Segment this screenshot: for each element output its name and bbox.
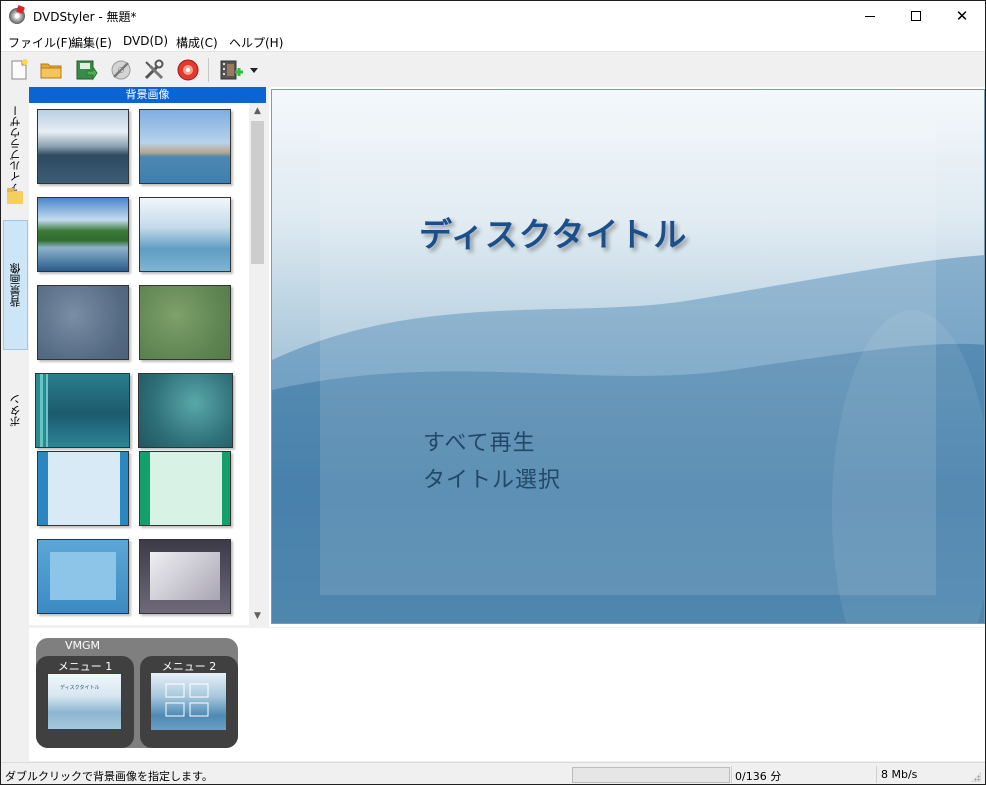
thumbnail-blue-box[interactable] xyxy=(37,539,129,614)
thumbnail-gray-box[interactable] xyxy=(139,539,231,614)
app-window: DVDStyler - 無題* ✕ ファイル(F) 編集(E) DVD(D) 構… xyxy=(0,0,986,785)
thumbnail-harbor-boat[interactable] xyxy=(139,109,231,184)
tab-background-images[interactable]: 背景画像 xyxy=(3,220,28,350)
menu-2-thumbnail[interactable] xyxy=(151,673,226,730)
burn-button[interactable] xyxy=(109,58,133,82)
side-tab-strip: ファイルブラウザー 背景画像 ボタン xyxy=(1,87,28,761)
menu-1-label: メニュー 1 xyxy=(57,660,113,673)
thumbnail-green-frame[interactable] xyxy=(139,451,231,526)
disc-usage-progress xyxy=(572,767,730,783)
add-video-button[interactable] xyxy=(219,58,243,82)
burn-icon xyxy=(111,60,131,80)
scroll-up-icon[interactable]: ▲ xyxy=(249,103,266,120)
menu-2-label: メニュー 2 xyxy=(161,660,217,673)
menu-bar: ファイル(F) 編集(E) DVD(D) 構成(C) ヘルプ(H) xyxy=(1,31,985,52)
thumbnail-gray-clouds[interactable] xyxy=(37,285,129,360)
new-icon xyxy=(11,59,28,80)
menu-dvd[interactable]: DVD(D) xyxy=(123,34,168,48)
bitrate-readout: 8 Mb/s xyxy=(881,768,918,781)
title-bar: DVDStyler - 無題* ✕ xyxy=(1,1,985,31)
menu-help[interactable]: ヘルプ(H) xyxy=(229,34,283,51)
thumbnail-green-texture[interactable] xyxy=(139,285,231,360)
window-title: DVDStyler - 無題* xyxy=(33,10,137,24)
thumbnail-lake-shore[interactable] xyxy=(37,197,129,272)
thumbnail-scrollbar[interactable]: ▲ ▼ xyxy=(249,103,266,625)
save-icon xyxy=(76,60,98,81)
settings-icon xyxy=(144,59,164,80)
menu-config[interactable]: 構成(C) xyxy=(176,34,218,51)
dvdstyler-app-icon xyxy=(9,8,25,24)
thumbnail-teal-stripes[interactable] xyxy=(35,373,130,448)
status-divider xyxy=(731,766,732,783)
add-video-icon xyxy=(220,60,243,80)
open-folder-icon xyxy=(40,63,62,79)
thumbnail-ocean-bay[interactable] xyxy=(37,109,129,184)
disc-icon xyxy=(177,59,199,81)
toolbar-separator xyxy=(208,58,209,82)
menu-edit[interactable]: 編集(E) xyxy=(71,34,112,51)
disc-button[interactable] xyxy=(176,58,200,82)
thumbnail-blue-frame[interactable] xyxy=(37,451,129,526)
status-divider xyxy=(876,766,877,783)
tab-buttons-label: ボタン xyxy=(8,393,22,427)
close-button[interactable]: ✕ xyxy=(939,1,985,31)
dropdown-arrow-icon xyxy=(250,68,258,73)
status-bar: ダブルクリックで背景画像を指定します。 0/136 分 8 Mb/s xyxy=(1,762,985,784)
menu-1-thumbnail[interactable]: ディスクタイトル xyxy=(47,673,122,730)
play-all-button[interactable]: すべて再生 xyxy=(423,425,536,457)
maximize-button[interactable] xyxy=(893,1,939,31)
settings-button[interactable] xyxy=(142,58,166,82)
thumbnail-blue-wave[interactable] xyxy=(139,197,231,272)
open-button[interactable] xyxy=(39,58,63,82)
background-thumbnail-list xyxy=(29,103,249,625)
menu-2-grid-icon xyxy=(165,683,209,717)
status-message: ダブルクリックで背景画像を指定します。 xyxy=(5,770,213,783)
menu-preview-canvas[interactable]: ディスクタイトル すべて再生 タイトル選択 xyxy=(271,89,985,624)
duration-readout: 0/136 分 xyxy=(735,770,782,783)
disc-title-text[interactable]: ディスクタイトル xyxy=(419,208,687,256)
scroll-thumb[interactable] xyxy=(251,121,264,264)
minimize-button[interactable] xyxy=(847,1,893,31)
add-video-dropdown[interactable] xyxy=(248,58,260,82)
panel-header: 背景画像 xyxy=(29,87,266,103)
maximize-icon xyxy=(911,11,921,21)
thumbnail-blue-box-inner xyxy=(50,552,116,600)
title-select-button[interactable]: タイトル選択 xyxy=(423,462,561,494)
toolbar xyxy=(1,53,985,87)
close-icon: ✕ xyxy=(955,6,969,25)
thumbnail-gray-box-inner xyxy=(150,552,220,600)
tab-buttons[interactable]: ボタン xyxy=(3,355,28,465)
tab-background-images-label: 背景画像 xyxy=(8,263,22,307)
new-button[interactable] xyxy=(7,58,31,82)
save-button[interactable] xyxy=(74,58,98,82)
preview-wave-background xyxy=(272,120,984,623)
folder-icon xyxy=(7,188,23,204)
menu-1-thumb-title: ディスクタイトル xyxy=(60,685,100,691)
resize-grip-icon[interactable] xyxy=(971,772,981,782)
scroll-down-icon[interactable]: ▼ xyxy=(249,608,266,625)
minimize-icon xyxy=(865,15,875,17)
thumbnail-teal-texture[interactable] xyxy=(138,373,233,448)
vmgm-label: VMGM xyxy=(65,639,101,652)
menu-file[interactable]: ファイル(F) xyxy=(8,34,72,51)
